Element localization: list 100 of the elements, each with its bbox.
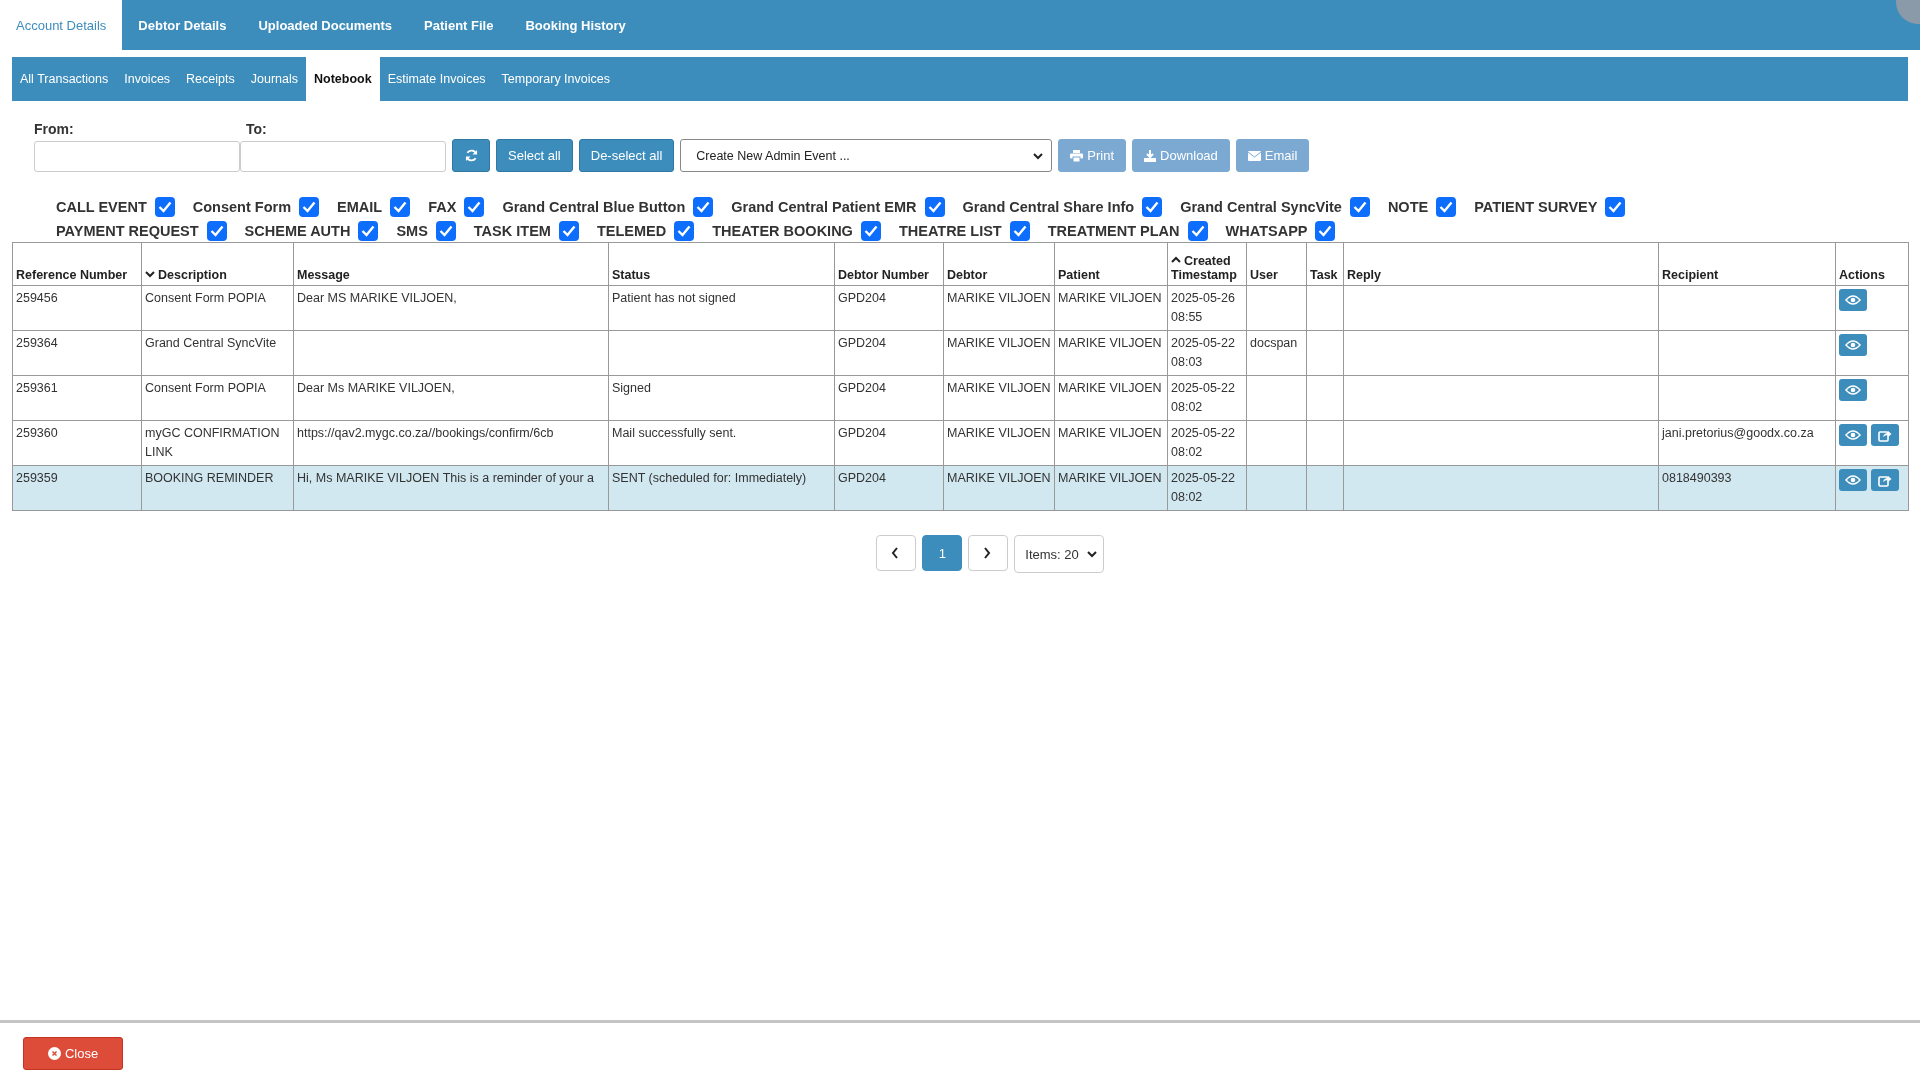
- checkbox[interactable]: [860, 221, 881, 241]
- column-header[interactable]: Reference Number: [12, 242, 142, 286]
- main-tab[interactable]: Debtor Details: [122, 0, 243, 50]
- table-cell: MARIKE VILJOEN: [1054, 375, 1168, 421]
- column-header[interactable]: User: [1246, 242, 1307, 286]
- checkbox[interactable]: [464, 197, 485, 217]
- envelope-icon: [1247, 150, 1261, 161]
- sub-tab[interactable]: Temporary Invoices: [493, 57, 618, 101]
- column-header[interactable]: Recipient: [1658, 242, 1836, 286]
- table-row[interactable]: 259359 BOOKING REMINDER Hi, Ms MARIKE VILJOEN This is a reminder of your a SENT (scheduled for: Immediately) GPD204 MARIKE VILJOEN MARIKE VILJOEN 2025-05-22 08:02 0818490393: [12, 465, 1909, 511]
- page-size-dropdown[interactable]: Items: 20: [1014, 535, 1104, 573]
- table-cell: MARIKE VILJOEN: [943, 285, 1055, 331]
- table-row[interactable]: 259364 Grand Central SyncVite GPD204 MARIKE VILJOEN MARIKE VILJOEN 2025-05-22 08:03 docspan: [12, 330, 1909, 376]
- checkbox[interactable]: [390, 197, 411, 217]
- checkmark-icon: [696, 201, 711, 213]
- checkbox-label: Grand Central SyncVite: [1180, 199, 1342, 215]
- checkbox[interactable]: [358, 221, 379, 241]
- table-row[interactable]: 259361 Consent Form POPIA Dear Ms MARIKE VILJOEN, Signed GPD204 MARIKE VILJOEN MARIKE VILJOEN 2025-05-22 08:02: [12, 375, 1909, 421]
- checkbox-label: THEATER BOOKING: [712, 223, 853, 239]
- table-cell: [1246, 375, 1307, 421]
- sub-tab[interactable]: Invoices: [116, 57, 179, 101]
- main-tab[interactable]: Booking History: [509, 0, 642, 50]
- select-all-button[interactable]: Select all: [496, 139, 573, 172]
- checkbox-label: NOTE: [1387, 199, 1429, 215]
- column-header[interactable]: Debtor Number: [834, 242, 944, 286]
- share-button[interactable]: [1871, 424, 1899, 446]
- checkbox[interactable]: [1187, 221, 1208, 241]
- table-cell: Signed: [608, 375, 835, 421]
- table-cell: Patient has not signed: [608, 285, 835, 331]
- view-button[interactable]: [1839, 289, 1867, 311]
- share-button[interactable]: [1871, 469, 1899, 491]
- sub-tab[interactable]: Estimate Invoices: [379, 57, 494, 101]
- table-row[interactable]: 259456 Consent Form POPIA Dear MS MARIKE VILJOEN, Patient has not signed GPD204 MARIKE VILJOEN MARIKE VILJOEN 2025-05-26 08:55: [12, 285, 1909, 331]
- refresh-button[interactable]: [452, 139, 490, 172]
- table-cell: Dear Ms MARIKE VILJOEN,: [293, 375, 609, 421]
- checkbox[interactable]: [693, 197, 714, 217]
- table-row[interactable]: 259360 myGC CONFIRMATION LINK https://qav2.mygc.co.za//bookings/confirm/6cb Mail successfully sent. GPD204 MARIKE VILJOEN MARIKE VILJOEN 2025-05-22 08:02 jani.pretorius@goodx.co.za: [12, 420, 1909, 466]
- checkmark-icon: [393, 201, 408, 213]
- sub-tab[interactable]: Receipts: [178, 57, 243, 101]
- view-button[interactable]: [1839, 469, 1867, 491]
- sub-tab[interactable]: All Transactions: [12, 57, 117, 101]
- checkbox[interactable]: [1349, 197, 1370, 217]
- checkbox-label: CALL EVENT: [56, 199, 147, 215]
- table-cell: 2025-05-22 08:02: [1167, 420, 1247, 466]
- table-cell: BOOKING REMINDER: [141, 465, 294, 511]
- checkbox-label: PATIENT SURVEY: [1474, 199, 1598, 215]
- table-cell: MARIKE VILJOEN: [943, 330, 1055, 376]
- checkbox-label: Consent Form: [192, 199, 292, 215]
- printer-icon: [1070, 149, 1084, 162]
- checkmark-icon: [302, 201, 317, 213]
- view-button[interactable]: [1839, 379, 1867, 401]
- eye-icon: [1845, 430, 1861, 440]
- from-date-field[interactable]: [34, 141, 240, 172]
- column-header[interactable]: Debtor: [943, 242, 1055, 286]
- column-header[interactable]: Task: [1306, 242, 1344, 286]
- checkbox[interactable]: [674, 221, 695, 241]
- checkmark-icon: [561, 225, 576, 237]
- checkbox-label: WHATSAPP: [1225, 223, 1308, 239]
- checkbox[interactable]: [1315, 221, 1336, 241]
- table-cell: SENT (scheduled for: Immediately): [608, 465, 835, 511]
- checkbox[interactable]: [1605, 197, 1626, 217]
- table-cell: MARIKE VILJOEN: [1054, 285, 1168, 331]
- checkmark-icon: [1352, 201, 1367, 213]
- checkbox[interactable]: [1436, 197, 1457, 217]
- checkmark-icon: [209, 225, 224, 237]
- main-tab[interactable]: Account Details: [0, 0, 123, 50]
- column-header[interactable]: Reply: [1343, 242, 1659, 286]
- column-header[interactable]: Created Timestamp: [1167, 242, 1247, 286]
- deselect-all-button[interactable]: De-select all: [578, 139, 675, 172]
- checkbox[interactable]: [154, 197, 175, 217]
- table-cell: GPD204: [834, 330, 944, 376]
- column-header[interactable]: Message: [293, 242, 609, 286]
- admin-event-dropdown[interactable]: Create New Admin Event ...: [680, 139, 1053, 172]
- main-tab[interactable]: Uploaded Documents: [242, 0, 409, 50]
- view-button[interactable]: [1839, 334, 1867, 356]
- close-button[interactable]: Close: [23, 1037, 123, 1070]
- column-header[interactable]: Description: [141, 242, 294, 286]
- checkbox[interactable]: [558, 221, 579, 241]
- column-header[interactable]: Actions: [1835, 242, 1909, 286]
- table-cell: 2025-05-22 08:03: [1167, 330, 1247, 376]
- column-header[interactable]: Status: [608, 242, 835, 286]
- sub-tab[interactable]: Journals: [242, 57, 306, 101]
- checkbox[interactable]: [1142, 197, 1163, 217]
- page-button[interactable]: 1: [922, 535, 963, 571]
- main-tab[interactable]: Patient File: [408, 0, 510, 50]
- table-cell: 259361: [12, 375, 142, 421]
- checkbox[interactable]: [1009, 221, 1030, 241]
- checkbox[interactable]: [299, 197, 320, 217]
- checkbox[interactable]: [924, 197, 945, 217]
- sub-tab[interactable]: Notebook: [306, 57, 380, 101]
- checkmark-icon: [863, 225, 878, 237]
- view-button[interactable]: [1839, 424, 1867, 446]
- to-date-field[interactable]: [240, 141, 446, 172]
- table-cell: MARIKE VILJOEN: [1054, 330, 1168, 376]
- table-cell: [1306, 465, 1344, 511]
- column-header[interactable]: Patient: [1054, 242, 1168, 286]
- share-icon: [1878, 428, 1892, 442]
- checkbox[interactable]: [435, 221, 456, 241]
- checkbox[interactable]: [206, 221, 227, 241]
- chevron-icon: [889, 547, 900, 559]
